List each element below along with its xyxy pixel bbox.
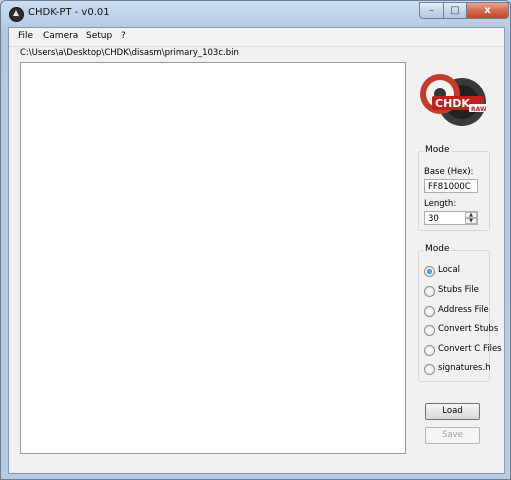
- title-bar[interactable]: CHDK-PT - v0.01 – □ x: [1, 1, 510, 27]
- radio-convert-stubs-indicator[interactable]: [424, 325, 435, 336]
- radio-signatures-h-indicator[interactable]: [424, 364, 435, 375]
- radio-convert-c-files-indicator[interactable]: [424, 345, 435, 356]
- app-window: CHDK-PT - v0.01 – □ x File Camera Setup …: [0, 0, 511, 480]
- window-title: CHDK-PT - v0.01: [28, 7, 110, 18]
- menu-setup[interactable]: Setup: [86, 31, 112, 41]
- logo-badge: RAW: [471, 106, 487, 113]
- radio-convert-c-files-label[interactable]: Convert C Files: [438, 344, 502, 354]
- menu-bar: File Camera Setup ?: [9, 28, 504, 47]
- app-icon[interactable]: [9, 7, 24, 22]
- radio-address-file-indicator[interactable]: [424, 306, 435, 317]
- spin-down-icon[interactable]: ▼: [465, 218, 477, 224]
- close-button[interactable]: x: [466, 2, 509, 19]
- menu-file[interactable]: File: [18, 31, 33, 41]
- base-label: Base (Hex):: [424, 167, 474, 177]
- radio-stubs-file-indicator[interactable]: [424, 286, 435, 297]
- save-button[interactable]: Save: [425, 427, 480, 444]
- load-button[interactable]: Load: [425, 403, 480, 420]
- mode-settings-group: Mode Base (Hex): FF81000C Length: 30 ▲ ▼: [418, 145, 490, 231]
- minimize-button[interactable]: –: [419, 2, 444, 19]
- radio-convert-stubs-label[interactable]: Convert Stubs: [438, 324, 498, 334]
- radio-stubs-file-label[interactable]: Stubs File: [438, 285, 479, 295]
- mode-settings-title: Mode: [423, 145, 452, 155]
- base-hex-input[interactable]: FF81000C: [424, 179, 478, 193]
- radio-local-indicator[interactable]: [424, 266, 435, 277]
- radio-local-label[interactable]: Local: [438, 265, 460, 275]
- menu-camera[interactable]: Camera: [43, 31, 78, 41]
- mode-options-title: Mode: [423, 244, 452, 254]
- menu-help[interactable]: ?: [121, 31, 126, 41]
- chdk-logo: CHDK RAW: [420, 74, 487, 126]
- file-path-label: C:\Users\a\Desktop\CHDK\disasm\primary_1…: [20, 48, 239, 58]
- logo-text: CHDK: [435, 97, 470, 110]
- client-area: File Camera Setup ? C:\Users\a\Desktop\C…: [8, 27, 505, 474]
- maximize-button[interactable]: □: [443, 2, 467, 19]
- radio-address-file-label[interactable]: Address File: [438, 305, 489, 315]
- mode-options-group: Mode Local Stubs File Address File Conve…: [418, 244, 502, 382]
- radio-signatures-h-label[interactable]: signatures.h: [438, 363, 491, 373]
- output-text-area[interactable]: [20, 62, 406, 454]
- length-label: Length:: [424, 199, 457, 209]
